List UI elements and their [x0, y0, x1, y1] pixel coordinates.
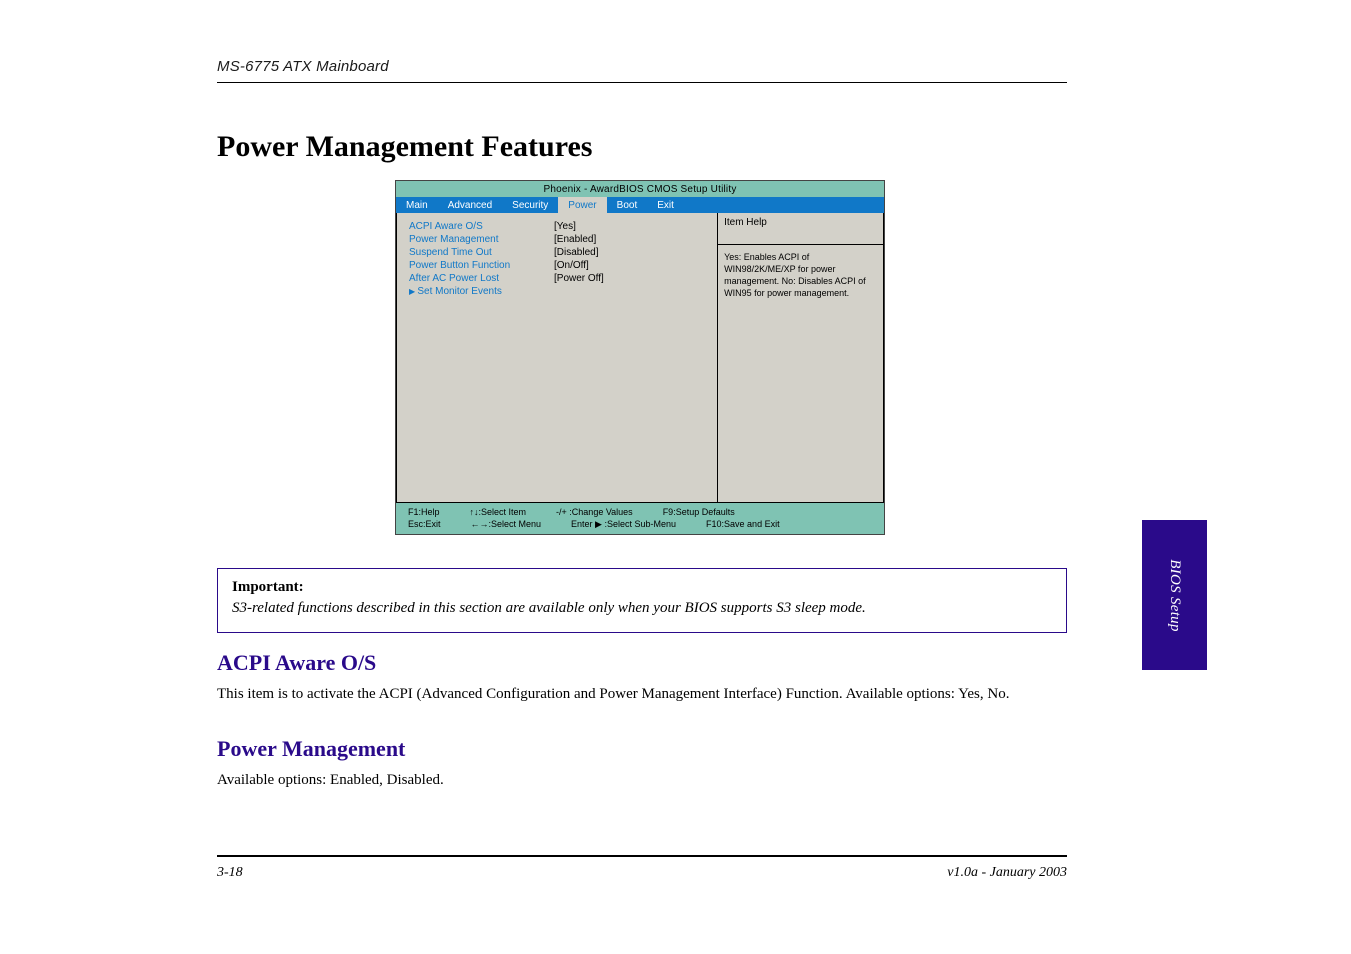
bios-hint: Enter ▶ :Select Sub-Menu	[571, 519, 676, 531]
field-heading-power-management: Power Management	[217, 736, 405, 762]
bios-field-label: Power Management	[409, 234, 554, 245]
bios-help-header: Item Help	[718, 213, 884, 245]
bios-field-value: [On/Off]	[554, 260, 589, 271]
bios-tab-advanced[interactable]: Advanced	[438, 197, 502, 213]
important-label: Important:	[232, 579, 1052, 596]
bios-right-panel: Item Help Yes: Enables ACPI of WIN98/2K/…	[718, 213, 884, 503]
bios-row[interactable]: Power Management [Enabled]	[409, 234, 707, 245]
bios-footer-row: Esc:Exit ←→:Select Menu Enter ▶ :Select …	[408, 519, 876, 531]
bios-footer: F1:Help ↑↓:Select Item -/+ :Change Value…	[396, 503, 884, 534]
bios-hint: -/+ :Change Values	[556, 507, 633, 519]
bios-tab-bar: Main Advanced Security Power Boot Exit	[396, 197, 884, 213]
bios-tab-main[interactable]: Main	[396, 197, 438, 213]
header-title: MS-6775 ATX Mainboard	[217, 58, 1067, 75]
bios-help-body: Yes: Enables ACPI of WIN98/2K/ME/XP for …	[718, 245, 884, 503]
bios-tab-exit[interactable]: Exit	[647, 197, 684, 213]
important-callout: Important: S3-related functions describe…	[217, 568, 1067, 633]
field-heading-acpi: ACPI Aware O/S	[217, 650, 376, 676]
bios-submenu-item[interactable]: Set Monitor Events	[409, 286, 707, 297]
side-tab: BIOS Setup	[1142, 520, 1207, 670]
bios-body: ACPI Aware O/S [Yes] Power Management [E…	[396, 213, 884, 503]
bios-field-value: [Power Off]	[554, 273, 604, 284]
bios-tab-power[interactable]: Power	[558, 197, 606, 213]
page-header: MS-6775 ATX Mainboard	[217, 58, 1067, 83]
field-desc-acpi: This item is to activate the ACPI (Advan…	[217, 684, 1067, 705]
bios-submenu-label: Set Monitor Events	[417, 286, 501, 297]
footer-version: v1.0a - January 2003	[947, 865, 1067, 881]
bios-screenshot: Phoenix - AwardBIOS CMOS Setup Utility M…	[395, 180, 885, 535]
bios-row[interactable]: After AC Power Lost [Power Off]	[409, 273, 707, 284]
bios-left-panel: ACPI Aware O/S [Yes] Power Management [E…	[396, 213, 718, 503]
bios-field-value: [Enabled]	[554, 234, 596, 245]
bios-tab-security[interactable]: Security	[502, 197, 558, 213]
bios-field-label: Power Button Function	[409, 260, 554, 271]
header-rule	[217, 82, 1067, 83]
bios-tab-boot[interactable]: Boot	[607, 197, 648, 213]
bios-footer-row: F1:Help ↑↓:Select Item -/+ :Change Value…	[408, 507, 876, 519]
bios-hint: ←→:Select Menu	[471, 519, 542, 531]
bios-hint: Esc:Exit	[408, 519, 441, 531]
bios-row[interactable]: Suspend Time Out [Disabled]	[409, 247, 707, 258]
page-number: 3-18	[217, 865, 243, 881]
bios-field-value: [Yes]	[554, 221, 576, 232]
field-desc-power-management: Available options: Enabled, Disabled.	[217, 770, 1067, 791]
footer-rule	[217, 855, 1067, 857]
bios-hint: F9:Setup Defaults	[663, 507, 735, 519]
important-text: S3-related functions described in this s…	[232, 598, 1052, 618]
bios-hint: F10:Save and Exit	[706, 519, 780, 531]
bios-hint: ↑↓:Select Item	[470, 507, 527, 519]
bios-field-value: [Disabled]	[554, 247, 598, 258]
bios-field-label: Suspend Time Out	[409, 247, 554, 258]
bios-hint: F1:Help	[408, 507, 440, 519]
page: MS-6775 ATX Mainboard Power Management F…	[0, 0, 1351, 954]
section-heading: Power Management Features	[217, 130, 592, 164]
bios-field-label: After AC Power Lost	[409, 273, 554, 284]
bios-row[interactable]: ACPI Aware O/S [Yes]	[409, 221, 707, 232]
bios-row[interactable]: Power Button Function [On/Off]	[409, 260, 707, 271]
bios-field-label: ACPI Aware O/S	[409, 221, 554, 232]
bios-title: Phoenix - AwardBIOS CMOS Setup Utility	[396, 181, 884, 197]
side-tab-label: BIOS Setup	[1166, 559, 1183, 632]
